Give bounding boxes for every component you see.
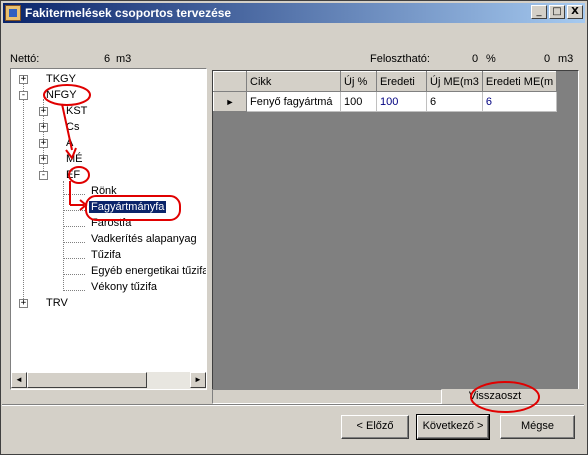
tree-line [63,258,85,259]
cell-cikk[interactable]: Fenyő fagyártmá [246,91,341,112]
footer-separator [2,404,584,406]
tree-line [63,274,85,275]
grid-corner-cell [213,71,247,92]
tree-item-label[interactable]: Rönk [89,185,119,197]
netto-unit: m3 [116,53,132,65]
tree-line [63,242,85,243]
cell-eredeti-me[interactable]: 6 [482,91,558,112]
tree-item-label[interactable]: NFGY [44,89,79,101]
column-header-eredeti-me[interactable]: Eredeti ME(m [481,71,558,92]
column-header-uj-me[interactable]: Új ME(m3 [426,71,483,92]
title-bar[interactable]: Fakitermelések csoportos tervezése _ □ X [3,3,585,23]
tree-item-label[interactable]: MÉ [64,153,85,165]
tree-item-label-selected[interactable]: Fagyártmányfa [89,201,167,213]
close-button[interactable]: X [567,5,583,19]
minimize-button[interactable]: _ [531,5,547,19]
netto-value: 6 [104,53,111,65]
tree-item-label[interactable]: Egyéb energetikai tűzifa [89,265,206,277]
expand-icon[interactable]: + [19,298,28,308]
expand-icon[interactable]: + [39,138,48,148]
tree-item-a[interactable]: + A [39,135,75,151]
tree-item-kst[interactable]: + KST [39,103,89,119]
tree-item-ef[interactable]: - EF [39,167,82,183]
tree-line [63,290,85,291]
scroll-track[interactable] [147,372,190,389]
tree-line [23,83,24,305]
tree-item-vekony-tuzifa[interactable]: Vékony tűzifa [89,279,159,295]
maximize-button[interactable]: □ [549,5,565,19]
tree-horizontal-scrollbar[interactable]: ◄ ► [11,372,206,389]
status-cell [212,389,442,404]
window-title: Fakitermelések csoportos tervezése [25,6,232,20]
expand-icon[interactable]: + [39,106,48,116]
table-row[interactable]: ► Fenyő fagyártmá 100 100 6 6 [213,91,558,112]
tree-item-vadkerites[interactable]: Vadkerítés alapanyag [89,231,199,247]
scroll-thumb[interactable] [27,372,147,388]
tree-item-label[interactable]: Vadkerítés alapanyag [89,233,199,245]
tree-item-label[interactable]: Tűzifa [89,249,123,261]
feloszthato-label: Felosztható: [370,53,430,65]
app-icon [5,5,21,21]
next-button[interactable]: Következő > [416,414,490,440]
tree-item-trv[interactable]: + TRV [19,295,70,311]
expand-icon[interactable]: + [19,74,28,84]
collapse-icon[interactable]: - [39,170,48,180]
expand-icon[interactable]: + [39,154,48,164]
tree-item-label[interactable]: TKGY [44,73,78,85]
cell-uj-percent[interactable]: 100 [340,91,377,112]
tree-item-tuzifa[interactable]: Tűzifa [89,247,123,263]
tree-item-fagyartmanyfa[interactable]: Fagyártmányfa [89,199,167,215]
tree-item-label[interactable]: Cs [64,121,81,133]
cancel-button[interactable]: Mégse [500,415,575,439]
collapse-icon[interactable]: - [19,90,28,100]
row-selector-icon[interactable]: ► [213,91,247,112]
tree-item-label[interactable]: EF [64,169,82,181]
tree-line [63,226,85,227]
column-header-eredeti[interactable]: Eredeti [376,71,427,92]
cell-eredeti[interactable]: 100 [376,91,427,112]
tree-line [63,181,64,289]
scroll-left-icon[interactable]: ◄ [11,372,27,388]
feloszthato-percent-value: 0 [472,53,479,65]
category-tree[interactable]: + TKGY - NFGY + KST + Cs + A + MÉ - EF R… [10,68,207,390]
column-header-cikk[interactable]: Cikk [246,71,341,92]
expand-icon[interactable]: + [39,122,48,132]
tree-item-nfgy[interactable]: - NFGY [19,87,79,103]
scroll-right-icon[interactable]: ► [190,372,206,388]
tree-item-label[interactable]: Farostfa [89,217,133,229]
tree-item-ronk[interactable]: Rönk [89,183,119,199]
tree-item-label[interactable]: A [64,137,75,149]
netto-label: Nettó: [10,53,40,65]
cell-uj-me[interactable]: 6 [426,91,483,112]
tree-item-label[interactable]: KST [64,105,89,117]
tree-item-farostfa[interactable]: Farostfa [89,215,133,231]
previous-button[interactable]: < Előző [341,415,409,439]
visszaoszt-button[interactable]: Visszaoszt [445,389,545,405]
tree-item-egyeb-energetikai[interactable]: Egyéb energetikai tűzifa [89,263,206,279]
tree-item-label[interactable]: TRV [44,297,70,309]
feloszthato-amount-value: 0 [544,53,551,65]
tree-item-tkgy[interactable]: + TKGY [19,71,78,87]
tree-item-label[interactable]: Vékony tűzifa [89,281,159,293]
feloszthato-amount-unit: m3 [558,53,574,65]
data-grid[interactable]: Cikk Új % Eredeti Új ME(m3 Eredeti ME(m … [212,70,579,390]
grid-header-row: Cikk Új % Eredeti Új ME(m3 Eredeti ME(m [213,71,558,92]
column-header-uj-percent[interactable]: Új % [340,71,377,92]
tree-line [63,194,85,195]
tree-item-cs[interactable]: + Cs [39,119,81,135]
tree-item-me[interactable]: + MÉ [39,151,85,167]
tree-line [63,210,85,211]
feloszthato-percent-unit: % [486,53,496,65]
